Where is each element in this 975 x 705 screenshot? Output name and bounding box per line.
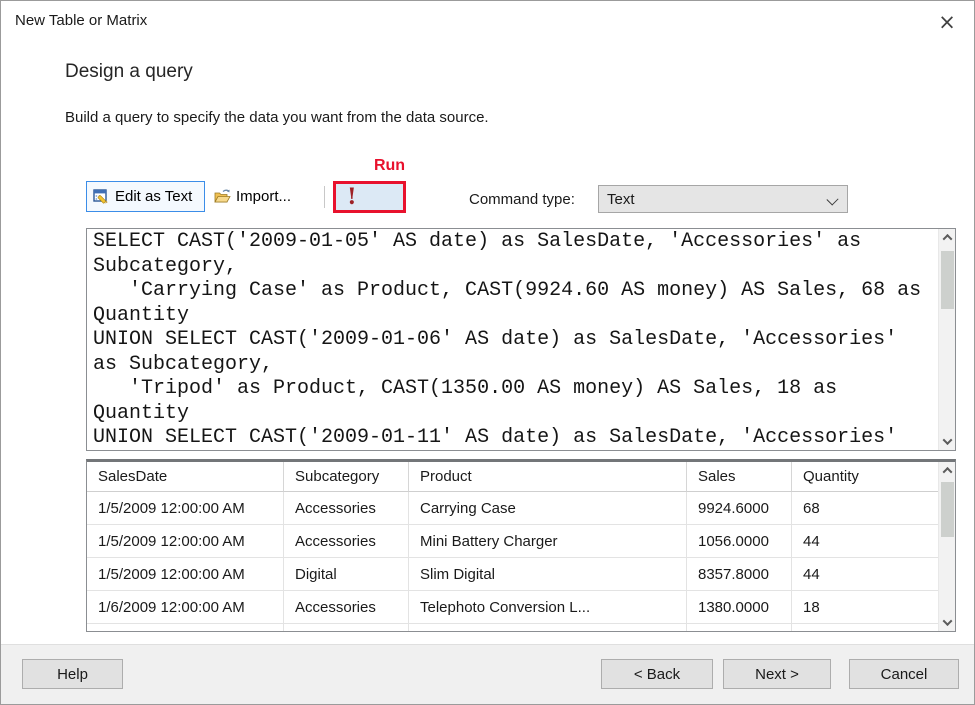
- scroll-up-icon[interactable]: [939, 229, 956, 246]
- chevron-down-icon: [826, 193, 838, 205]
- table-cell: 1380.0000: [687, 591, 792, 624]
- command-type-dropdown[interactable]: Text: [598, 185, 848, 213]
- scroll-down-icon[interactable]: [939, 614, 956, 631]
- column-header: Subcategory: [284, 462, 409, 492]
- help-button[interactable]: Help: [22, 659, 123, 689]
- run-annotation-label: Run: [353, 157, 426, 175]
- table-cell: 8357.8000: [687, 558, 792, 591]
- import-button[interactable]: Import...: [211, 182, 315, 211]
- table-row[interactable]: 1/5/2009 12:00:00 AMAccessoriesMini Batt…: [87, 525, 938, 558]
- table-row-partial: [87, 624, 938, 631]
- table-cell: 1/5/2009 12:00:00 AM: [87, 558, 284, 591]
- column-header: Quantity: [792, 462, 938, 492]
- table-row[interactable]: 1/5/2009 12:00:00 AMAccessoriesCarrying …: [87, 492, 938, 525]
- close-icon[interactable]: ×: [930, 7, 964, 37]
- table-cell: Slim Digital: [409, 558, 687, 591]
- import-folder-icon: [214, 188, 231, 205]
- new-table-or-matrix-dialog: New Table or Matrix × Design a query Bui…: [0, 0, 975, 705]
- table-cell: 68: [792, 492, 938, 525]
- results-header-row: SalesDateSubcategoryProductSalesQuantity: [87, 462, 938, 492]
- command-type-value: Text: [607, 191, 635, 208]
- table-cell: [687, 624, 792, 631]
- table-cell: 1/5/2009 12:00:00 AM: [87, 525, 284, 558]
- table-cell: Accessories: [284, 591, 409, 624]
- query-scrollbar-thumb[interactable]: [941, 251, 954, 309]
- table-cell: 18: [792, 591, 938, 624]
- import-label: Import...: [236, 188, 291, 205]
- scroll-down-icon[interactable]: [939, 433, 956, 450]
- table-cell: 44: [792, 525, 938, 558]
- next-button[interactable]: Next >: [723, 659, 831, 689]
- table-cell: 1/5/2009 12:00:00 AM: [87, 492, 284, 525]
- page-title: Design a query: [65, 61, 193, 83]
- table-row[interactable]: 1/5/2009 12:00:00 AMDigitalSlim Digital8…: [87, 558, 938, 591]
- cancel-button[interactable]: Cancel: [849, 659, 959, 689]
- query-editor-panel: SELECT CAST('2009-01-05' AS date) as Sal…: [86, 228, 956, 451]
- table-row[interactable]: 1/6/2009 12:00:00 AMAccessoriesTelephoto…: [87, 591, 938, 624]
- column-header: Product: [409, 462, 687, 492]
- results-grid: SalesDateSubcategoryProductSalesQuantity…: [87, 462, 938, 631]
- table-cell: [792, 624, 938, 631]
- table-cell: 1056.0000: [687, 525, 792, 558]
- query-scrollbar[interactable]: [938, 229, 955, 450]
- page-description: Build a query to specify the data you wa…: [65, 109, 489, 126]
- run-exclamation-icon: !: [347, 186, 357, 208]
- table-cell: 9924.6000: [687, 492, 792, 525]
- table-cell: Accessories: [284, 492, 409, 525]
- column-header: Sales: [687, 462, 792, 492]
- dialog-title: New Table or Matrix: [15, 12, 147, 29]
- table-cell: Telephoto Conversion L...: [409, 591, 687, 624]
- results-scrollbar-thumb[interactable]: [941, 482, 954, 537]
- results-scrollbar[interactable]: [938, 462, 955, 631]
- query-results-panel: SalesDateSubcategoryProductSalesQuantity…: [86, 459, 956, 632]
- table-cell: [87, 624, 284, 631]
- dialog-footer: Help < Back Next > Cancel: [1, 644, 975, 704]
- scroll-up-icon[interactable]: [939, 462, 956, 479]
- run-button[interactable]: !: [333, 181, 406, 213]
- edit-as-text-button[interactable]: Edit as Text: [86, 181, 205, 212]
- column-header: SalesDate: [87, 462, 284, 492]
- query-text-area[interactable]: SELECT CAST('2009-01-05' AS date) as Sal…: [87, 229, 938, 450]
- back-button[interactable]: < Back: [601, 659, 713, 689]
- table-cell: Digital: [284, 558, 409, 591]
- command-type-label: Command type:: [469, 191, 594, 208]
- table-cell: 1/6/2009 12:00:00 AM: [87, 591, 284, 624]
- edit-as-text-label: Edit as Text: [115, 188, 192, 205]
- table-cell: [409, 624, 687, 631]
- edit-as-text-icon: [93, 188, 110, 205]
- toolbar-separator: [324, 186, 325, 208]
- table-cell: Carrying Case: [409, 492, 687, 525]
- table-cell: Accessories: [284, 525, 409, 558]
- table-cell: [284, 624, 409, 631]
- table-cell: 44: [792, 558, 938, 591]
- table-cell: Mini Battery Charger: [409, 525, 687, 558]
